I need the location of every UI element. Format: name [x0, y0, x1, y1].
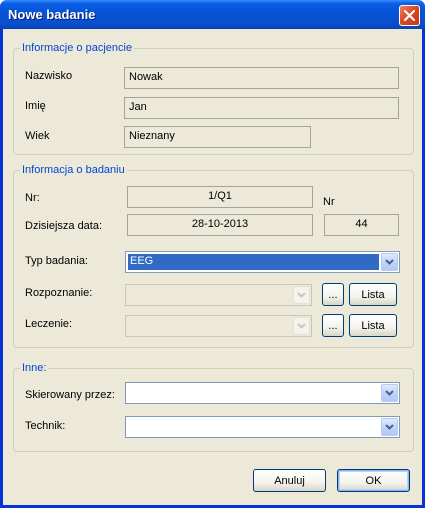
- treatment-browse-button[interactable]: ...: [322, 314, 344, 337]
- firstname-label: Imię: [25, 100, 46, 112]
- age-label: Wiek: [25, 130, 50, 142]
- chevron-down-icon: [297, 323, 306, 329]
- exam-type-select[interactable]: EEG: [125, 251, 400, 273]
- other-legend: Inne:: [20, 362, 49, 374]
- dialog-window: Nowe badanie Informacje o pacjencie Nazw…: [0, 0, 425, 508]
- treatment-label: Leczenie:: [25, 318, 73, 330]
- diagnosis-list-button[interactable]: Lista: [349, 283, 397, 306]
- patient-info-legend: Informacje o pacjencie: [20, 42, 135, 54]
- exam-type-dropdown-button[interactable]: [381, 253, 398, 271]
- exam-type-label: Typ badania:: [25, 255, 88, 267]
- surname-field: Nowak: [124, 67, 399, 89]
- referred-by-dropdown-button[interactable]: [381, 384, 398, 402]
- treatment-select[interactable]: [125, 315, 312, 337]
- counter-label: Nr: [323, 196, 335, 208]
- surname-label: Nazwisko: [25, 70, 73, 82]
- technician-select[interactable]: [125, 416, 400, 438]
- diagnosis-dropdown-button[interactable]: [293, 286, 310, 304]
- other-group: Inne:: [13, 362, 414, 452]
- diagnosis-label: Rozpoznanie:: [25, 287, 93, 299]
- date-label: Dzisiejsza data:: [25, 220, 103, 232]
- treatment-list-button[interactable]: Lista: [349, 314, 397, 337]
- close-button[interactable]: [399, 5, 420, 26]
- firstname-field: Jan: [124, 97, 399, 119]
- window-title: Nowe badanie: [8, 7, 96, 22]
- cancel-button[interactable]: Anuluj: [253, 469, 326, 492]
- diagnosis-browse-button[interactable]: ...: [322, 283, 344, 306]
- date-field: 28-10-2013: [127, 214, 313, 236]
- exam-number-field: 1/Q1: [127, 186, 313, 208]
- ok-button[interactable]: OK: [337, 469, 410, 492]
- title-bar[interactable]: Nowe badanie: [0, 0, 425, 29]
- referred-by-select[interactable]: [125, 382, 400, 404]
- chevron-down-icon: [297, 292, 306, 298]
- treatment-dropdown-button[interactable]: [293, 317, 310, 335]
- chevron-down-icon: [385, 424, 394, 430]
- chevron-down-icon: [385, 390, 394, 396]
- referred-by-label: Skierowany przez:: [25, 389, 115, 401]
- dialog-body: Informacje o pacjencie Nazwisko Nowak Im…: [3, 29, 422, 505]
- close-icon: [404, 10, 415, 21]
- counter-field: 44: [324, 214, 399, 236]
- exam-type-value: EEG: [128, 254, 379, 270]
- chevron-down-icon: [385, 259, 394, 265]
- exam-info-legend: Informacja o badaniu: [20, 164, 127, 176]
- age-field: Nieznany: [124, 126, 311, 148]
- exam-number-label: Nr:: [25, 192, 40, 204]
- technician-dropdown-button[interactable]: [381, 418, 398, 436]
- diagnosis-select[interactable]: [125, 284, 312, 306]
- technician-label: Technik:: [25, 420, 66, 432]
